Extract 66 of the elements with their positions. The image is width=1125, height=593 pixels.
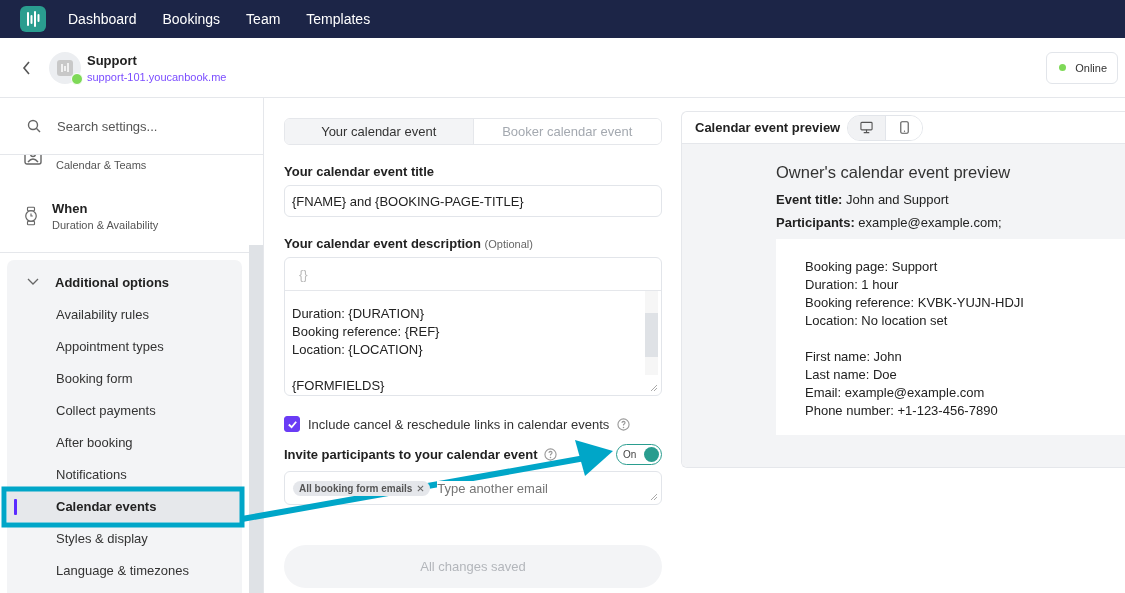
help-icon[interactable] (617, 417, 631, 431)
description-line: Duration: {DURATION} (292, 305, 425, 323)
field-label: Your calendar event title (284, 164, 436, 179)
resize-grip-icon[interactable] (650, 384, 658, 392)
back-icon[interactable] (22, 60, 32, 75)
description-line: Booking reference: KVBK-YUJN-HDJI (805, 294, 1025, 312)
panel-title: Calendar event preview (695, 120, 841, 135)
description-line: Last name: Doe (805, 366, 898, 384)
checkbox[interactable] (284, 416, 300, 432)
sidebar-item[interactable]: Availability rules (7, 298, 242, 330)
description-line: Location: No location set (805, 312, 949, 330)
sidebar-item[interactable]: Calendar events (7, 490, 242, 522)
description-line: First name: John (805, 348, 903, 366)
additional-options-toggle[interactable]: Additional options (7, 266, 176, 298)
sidebar-item[interactable]: After booking (7, 426, 242, 458)
desktop-icon (860, 121, 874, 134)
status-button[interactable]: Online (1046, 51, 1118, 84)
mobile-view-button[interactable] (885, 115, 923, 140)
sidebar-item[interactable]: Booking form (7, 362, 242, 394)
scrollbar[interactable] (249, 245, 263, 593)
title-field[interactable]: {FNAME} and {BOOKING-PAGE-TITLE} (284, 185, 662, 217)
check-icon (286, 418, 298, 430)
sidebar-item[interactable]: Notifications (7, 458, 242, 490)
nav-link[interactable]: Team (246, 11, 281, 27)
email-field[interactable]: All booking form emails Type another email (284, 471, 662, 505)
field-label: Invite participants to your calendar event (284, 447, 538, 462)
description-line: Duration: 1 hour (805, 276, 900, 294)
tab[interactable]: Your calendar event (285, 119, 473, 144)
sidebar-item[interactable]: Language & timezones (7, 554, 242, 586)
account-name: Support (87, 52, 138, 68)
nav-link[interactable]: Bookings (162, 11, 221, 27)
help-icon[interactable] (543, 448, 557, 461)
field-label: Your calendar event description (Optional) (284, 236, 534, 251)
chevron-icon (27, 278, 39, 286)
sidebar-item[interactable]: Styles & display (7, 522, 242, 554)
selection-bar (14, 499, 17, 515)
desktop-view-button[interactable] (848, 115, 886, 140)
description-line: Booking reference: {REF} (292, 323, 441, 341)
resize-grip-icon[interactable] (650, 493, 658, 501)
settings-section[interactable]: When Duration & Availability (0, 201, 249, 231)
description-line: Email: example@example.com (805, 384, 986, 402)
preview-heading: Owner's calendar event preview (776, 163, 1012, 182)
account-url-link[interactable]: support-101.youcanbook.me (87, 70, 1047, 83)
logo-icon[interactable] (20, 6, 46, 32)
description-line: {FORMFIELDS} (292, 377, 386, 395)
sidebar-item[interactable]: Collect payments (7, 394, 242, 426)
sidebar-item[interactable]: Appointment types (7, 330, 242, 362)
scrollbar[interactable] (645, 291, 658, 375)
watch-icon (24, 206, 38, 226)
phone-icon (897, 121, 911, 134)
logo-icon (57, 59, 73, 76)
event-title-text: Event title: John and Support (776, 192, 950, 207)
email-tag: All booking form emails (293, 480, 431, 496)
nav-link[interactable]: Templates (306, 11, 371, 27)
settings-section[interactable]: Calendar & Teams (0, 155, 249, 177)
participants-text: Participants: example@example.com; (776, 215, 1003, 230)
search-field[interactable]: Search settings... (55, 117, 249, 135)
description-line: Booking page: Support (805, 258, 939, 276)
description-line: Location: {LOCATION} (292, 341, 424, 359)
close-icon[interactable] (417, 484, 425, 492)
nav-link[interactable]: Dashboard (68, 11, 137, 27)
description-line: Phone number: +1-123-456-7890 (805, 402, 999, 420)
toggle-switch[interactable]: On (616, 444, 662, 465)
description-field[interactable]: {} Duration: {DURATION} Booking reference: {REF} Location: {LOCATION} {FORMFIELDS} (284, 257, 662, 396)
checkbox-label: Include cancel & reschedule links in calendar events (308, 416, 610, 432)
search-icon (27, 119, 41, 133)
